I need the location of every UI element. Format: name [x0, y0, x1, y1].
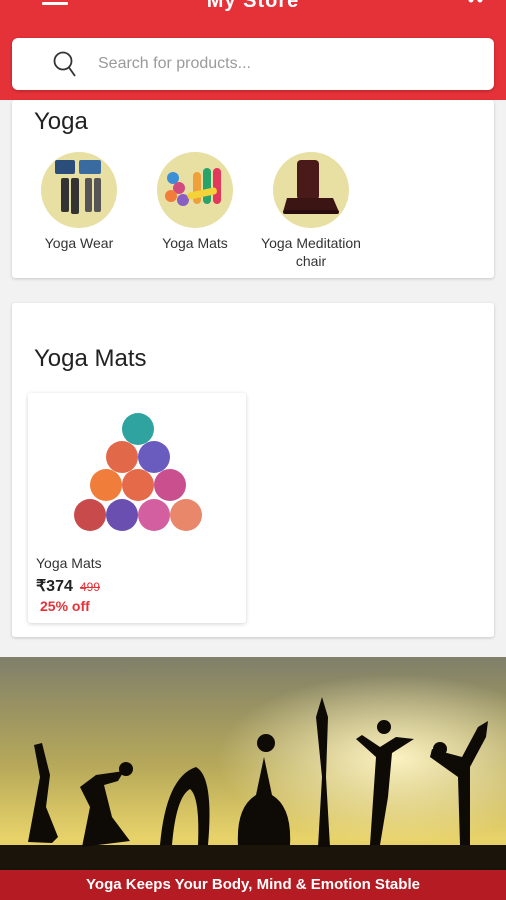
- category-label: Yoga Wear: [44, 235, 114, 251]
- yoga-categories-card: Yoga Yoga Wear Yoga Mats Yoga Meditation…: [12, 100, 494, 278]
- product-image: [74, 413, 202, 531]
- meditation-chair-image: [273, 152, 349, 228]
- banner-caption: Yoga Keeps Your Body, Mind & Emotion Sta…: [0, 870, 506, 900]
- product-discount: 25% off: [40, 598, 90, 614]
- category-yoga-wear[interactable]: Yoga Wear: [19, 152, 139, 252]
- store-title: My Store: [206, 0, 300, 12]
- search-bar[interactable]: [12, 38, 494, 90]
- cart-icon[interactable]: [466, 0, 484, 6]
- categories-title: Yoga: [34, 108, 88, 135]
- category-label: Yoga Mats: [162, 235, 228, 251]
- search-input[interactable]: [98, 38, 478, 90]
- yoga-wear-image: [41, 152, 117, 228]
- section-title: Yoga Mats: [34, 345, 147, 372]
- search-icon: [53, 51, 76, 77]
- category-label: Yoga Meditation chair: [261, 235, 361, 269]
- yoga-silhouette-image: [0, 657, 506, 900]
- yoga-mats-image: [157, 152, 233, 228]
- product-card[interactable]: Yoga Mats ₹374 499 25% off: [28, 393, 246, 623]
- category-yoga-mats[interactable]: Yoga Mats: [135, 152, 255, 252]
- category-yoga-meditation-chair[interactable]: Yoga Meditation chair: [252, 152, 370, 270]
- product-name: Yoga Mats: [36, 555, 102, 571]
- yoga-mats-section: Yoga Mats Yoga Mats ₹374 499 25% off: [12, 303, 494, 637]
- promo-banner[interactable]: Yoga Keeps Your Body, Mind & Emotion Sta…: [0, 657, 506, 900]
- product-price: ₹374: [36, 578, 73, 595]
- product-original-price: 499: [80, 580, 101, 594]
